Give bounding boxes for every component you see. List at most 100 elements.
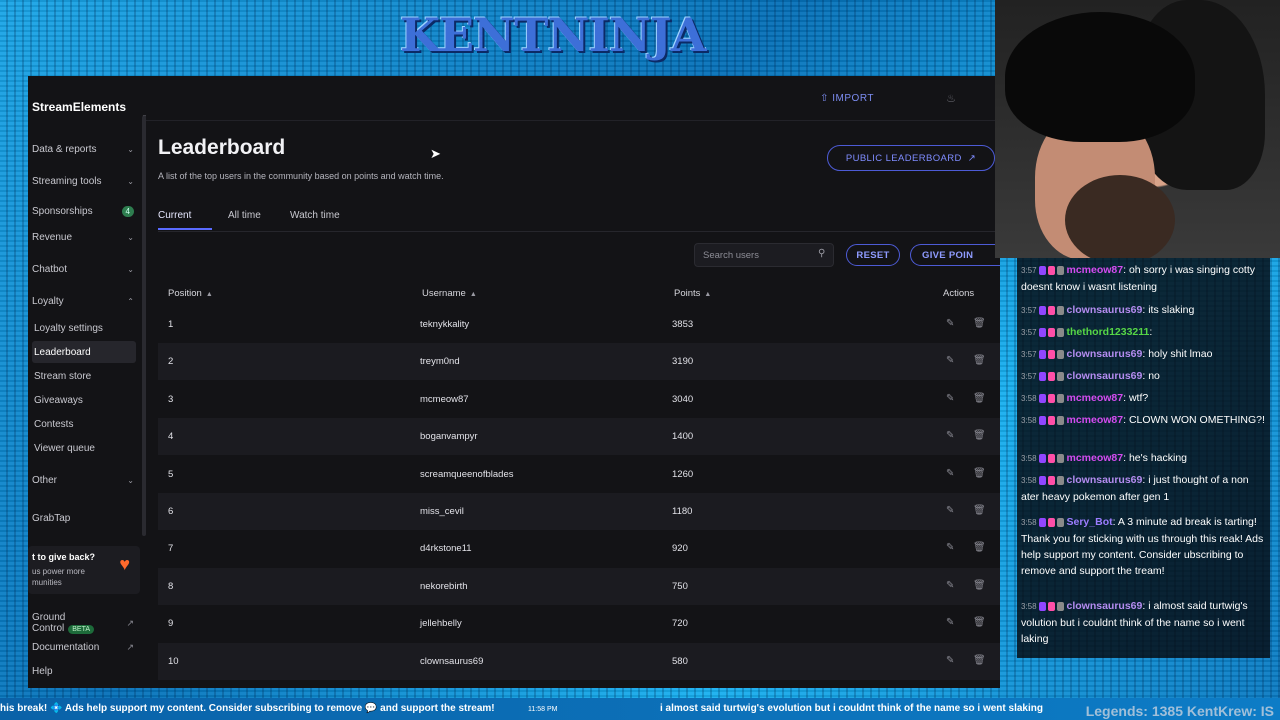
public-leaderboard-button[interactable]: PUBLIC LEADERBOARD ↗ bbox=[827, 145, 995, 171]
cell-points: 3190 bbox=[672, 356, 694, 368]
chat-username[interactable]: mcmeow87 bbox=[1067, 452, 1124, 464]
table-row: 4 boganvampyr 1400 ✎ 🗑 bbox=[158, 418, 1000, 456]
sidebar-item-sponsorships[interactable]: Sponsorships 4 bbox=[30, 200, 136, 222]
chat-username[interactable]: clownsaurus69 bbox=[1067, 474, 1143, 486]
pencil-icon[interactable]: ✎ bbox=[946, 393, 954, 404]
give-back-card[interactable]: t to give back? us power more munities ♥ bbox=[28, 546, 140, 594]
pencil-icon[interactable]: ✎ bbox=[946, 468, 954, 479]
cloud-upload-icon: ⇧ bbox=[820, 93, 829, 104]
tab-current[interactable]: Current bbox=[158, 210, 191, 221]
header-points[interactable]: Points ▲ bbox=[674, 288, 711, 299]
chat-username[interactable]: Sery_Bot bbox=[1067, 516, 1113, 528]
chat-message: 3:58 clownsaurus69: i almost said turtwi… bbox=[1021, 600, 1248, 645]
sidebar-item-documentation[interactable]: Documentation ↗ bbox=[30, 636, 136, 658]
sidebar-item-contests[interactable]: Contests bbox=[32, 413, 136, 435]
chat-username[interactable]: mcmeow87 bbox=[1067, 392, 1124, 404]
subscriber-badge-icon bbox=[1038, 517, 1046, 527]
sidebar-item-help[interactable]: Help bbox=[30, 660, 136, 682]
sidebar-item-ground-control[interactable]: Ground Control BETA ↗ bbox=[30, 612, 136, 634]
chat-username[interactable]: thethord1233211 bbox=[1067, 326, 1150, 338]
trash-icon[interactable]: 🗑 bbox=[973, 617, 986, 628]
chat-timestamp: 3:58 bbox=[1021, 518, 1037, 527]
trash-icon[interactable]: 🗑 bbox=[973, 580, 986, 591]
chat-username[interactable]: clownsaurus69 bbox=[1067, 370, 1143, 382]
ticker-bar: his break! 💠 Ads help support my content… bbox=[0, 698, 1280, 720]
chat-text: holy shit lmao bbox=[1148, 348, 1213, 360]
trash-icon[interactable]: 🗑 bbox=[973, 505, 986, 516]
trash-icon[interactable]: 🗑 bbox=[973, 355, 986, 366]
header-position[interactable]: Position ▲ bbox=[168, 288, 213, 299]
sidebar-item-chatbot[interactable]: Chatbot ⌄ bbox=[30, 258, 136, 280]
cell-username: mcmeow87 bbox=[420, 393, 469, 405]
subscriber-badge-icon bbox=[1038, 265, 1046, 275]
chat-username[interactable]: mcmeow87 bbox=[1067, 264, 1124, 276]
table-row: 1 teknykkality 3853 ✎ 🗑 bbox=[158, 306, 1000, 343]
page-title: Leaderboard bbox=[158, 136, 286, 159]
chat-overlay: 3:57 mcmeow87: oh sorry i was singing co… bbox=[1017, 258, 1270, 658]
chat-message: 3:57 clownsaurus69: its slaking bbox=[1021, 304, 1195, 316]
pencil-icon[interactable]: ✎ bbox=[946, 430, 954, 441]
sidebar-item-loyalty-settings[interactable]: Loyalty settings bbox=[32, 317, 136, 339]
cell-username: jellehbelly bbox=[420, 618, 462, 630]
subscriber-badge-icon bbox=[1038, 393, 1046, 403]
sidebar-item-other[interactable]: Other ⌄ bbox=[30, 469, 136, 491]
reset-button[interactable]: RESET bbox=[846, 244, 900, 266]
chat-username[interactable]: clownsaurus69 bbox=[1067, 600, 1143, 612]
pencil-icon[interactable]: ✎ bbox=[946, 617, 954, 628]
sidebar-item-giveaways[interactable]: Giveaways bbox=[32, 389, 136, 411]
tab-all-time[interactable]: All time bbox=[228, 210, 261, 221]
chat-message: 3:58 Sery_Bot: A 3 minute ad break is ta… bbox=[1021, 516, 1264, 577]
sidebar-item-grabtap[interactable]: GrabTap bbox=[30, 507, 136, 529]
search-icon[interactable]: ⚲ bbox=[818, 248, 825, 259]
search-users-input[interactable] bbox=[694, 243, 834, 267]
sidebar-item-stream-store[interactable]: Stream store bbox=[32, 365, 136, 387]
speaker-badge-icon bbox=[1056, 305, 1064, 315]
chat-username[interactable]: clownsaurus69 bbox=[1067, 304, 1143, 316]
trash-icon[interactable]: 🗑 bbox=[973, 318, 986, 329]
speaker-badge-icon bbox=[1056, 453, 1064, 463]
table-row: 6 miss_cevil 1180 ✎ 🗑 bbox=[158, 493, 1000, 530]
chat-text: wtf? bbox=[1128, 392, 1149, 404]
tab-watch-time[interactable]: Watch time bbox=[290, 210, 340, 221]
pencil-icon[interactable]: ✎ bbox=[946, 505, 954, 516]
streamelements-dashboard: StreamElements ◫ Data & reports⌄ Streami… bbox=[28, 76, 1000, 688]
chat-username[interactable]: clownsaurus69 bbox=[1067, 348, 1143, 360]
pencil-icon[interactable]: ✎ bbox=[946, 318, 954, 329]
heart-badge-icon bbox=[1047, 475, 1055, 485]
cell-points: 750 bbox=[672, 580, 688, 592]
active-tab-indicator bbox=[158, 228, 212, 230]
trash-icon[interactable]: 🗑 bbox=[973, 393, 986, 404]
trash-icon[interactable]: 🗑 bbox=[973, 430, 986, 441]
sidebar-item-revenue[interactable]: Revenue ⌄ bbox=[30, 226, 136, 248]
pencil-icon[interactable]: ✎ bbox=[946, 355, 954, 366]
legends-counter: Legends: 1385 KentKrew: IS bbox=[1085, 703, 1274, 719]
cell-points: 920 bbox=[672, 543, 688, 555]
pencil-icon[interactable]: ✎ bbox=[946, 655, 954, 666]
table-row: 9 jellehbelly 720 ✎ 🗑 bbox=[158, 605, 1000, 642]
trash-icon[interactable]: 🗑 bbox=[973, 468, 986, 479]
cell-position: 5 bbox=[168, 468, 174, 480]
sidebar-item-streaming-tools[interactable]: Streaming tools ⌄ bbox=[30, 170, 136, 192]
pencil-icon[interactable]: ✎ bbox=[946, 580, 954, 591]
import-button[interactable]: ⇧ IMPORT bbox=[820, 93, 874, 104]
chat-timestamp: 3:58 bbox=[1021, 394, 1037, 403]
cell-points: 1260 bbox=[672, 468, 694, 480]
sidebar-item-leaderboard[interactable]: Leaderboard bbox=[32, 341, 136, 363]
chat-username[interactable]: mcmeow87 bbox=[1067, 414, 1124, 426]
chat-timestamp: 3:58 bbox=[1021, 454, 1037, 463]
cell-username: nekorebirth bbox=[420, 580, 468, 592]
speaker-badge-icon bbox=[1056, 475, 1064, 485]
chat-message: 3:58 mcmeow87: he's hacking bbox=[1021, 452, 1188, 464]
sidebar-item-data-reports[interactable]: Data & reports ⌄ bbox=[30, 138, 136, 160]
trash-icon[interactable]: 🗑 bbox=[973, 655, 986, 666]
bell-icon[interactable]: ♨ bbox=[946, 92, 956, 105]
brand-logo[interactable]: StreamElements bbox=[32, 100, 126, 114]
give-points-button[interactable]: GIVE POIN bbox=[910, 244, 1000, 266]
ticker-text: his break! 💠 Ads help support my content… bbox=[0, 703, 495, 714]
sidebar-item-viewer-queue[interactable]: Viewer queue bbox=[32, 437, 136, 459]
speaker-badge-icon bbox=[1056, 371, 1064, 381]
header-username[interactable]: Username ▲ bbox=[422, 288, 477, 299]
pencil-icon[interactable]: ✎ bbox=[946, 542, 954, 553]
sidebar-item-loyalty[interactable]: Loyalty ⌃ bbox=[30, 290, 136, 312]
trash-icon[interactable]: 🗑 bbox=[973, 542, 986, 553]
